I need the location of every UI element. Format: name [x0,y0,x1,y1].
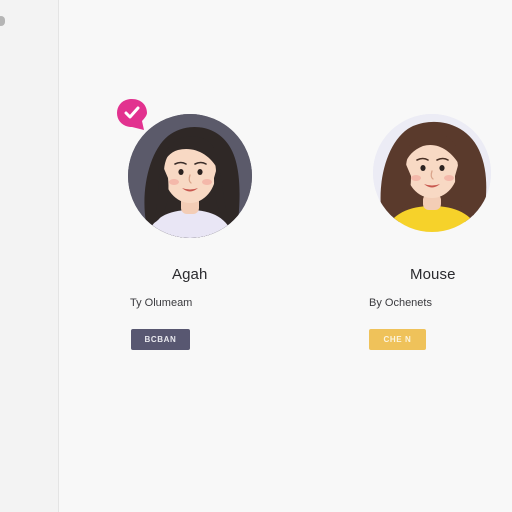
profile-action-button[interactable]: BCBAN [131,329,190,350]
avatar[interactable] [128,114,252,238]
main-content [59,0,512,512]
profile-action-button[interactable]: CHE N [369,329,426,350]
avatar-illustration [373,114,491,232]
avatar-illustration [128,114,252,238]
profile-page: Agah Ty Olumeam BCBAN Mouse By Ochenets … [0,0,512,512]
sidebar-rail [0,0,59,512]
profile-subtitle: By Ochenets [369,297,432,309]
profile-name: Agah [172,266,208,283]
profile-name: Mouse [410,266,456,283]
check-heart-badge-icon[interactable] [114,96,150,132]
scroll-handle[interactable] [0,16,5,26]
profile-subtitle: Ty Olumeam [130,297,193,309]
avatar[interactable] [373,114,491,232]
